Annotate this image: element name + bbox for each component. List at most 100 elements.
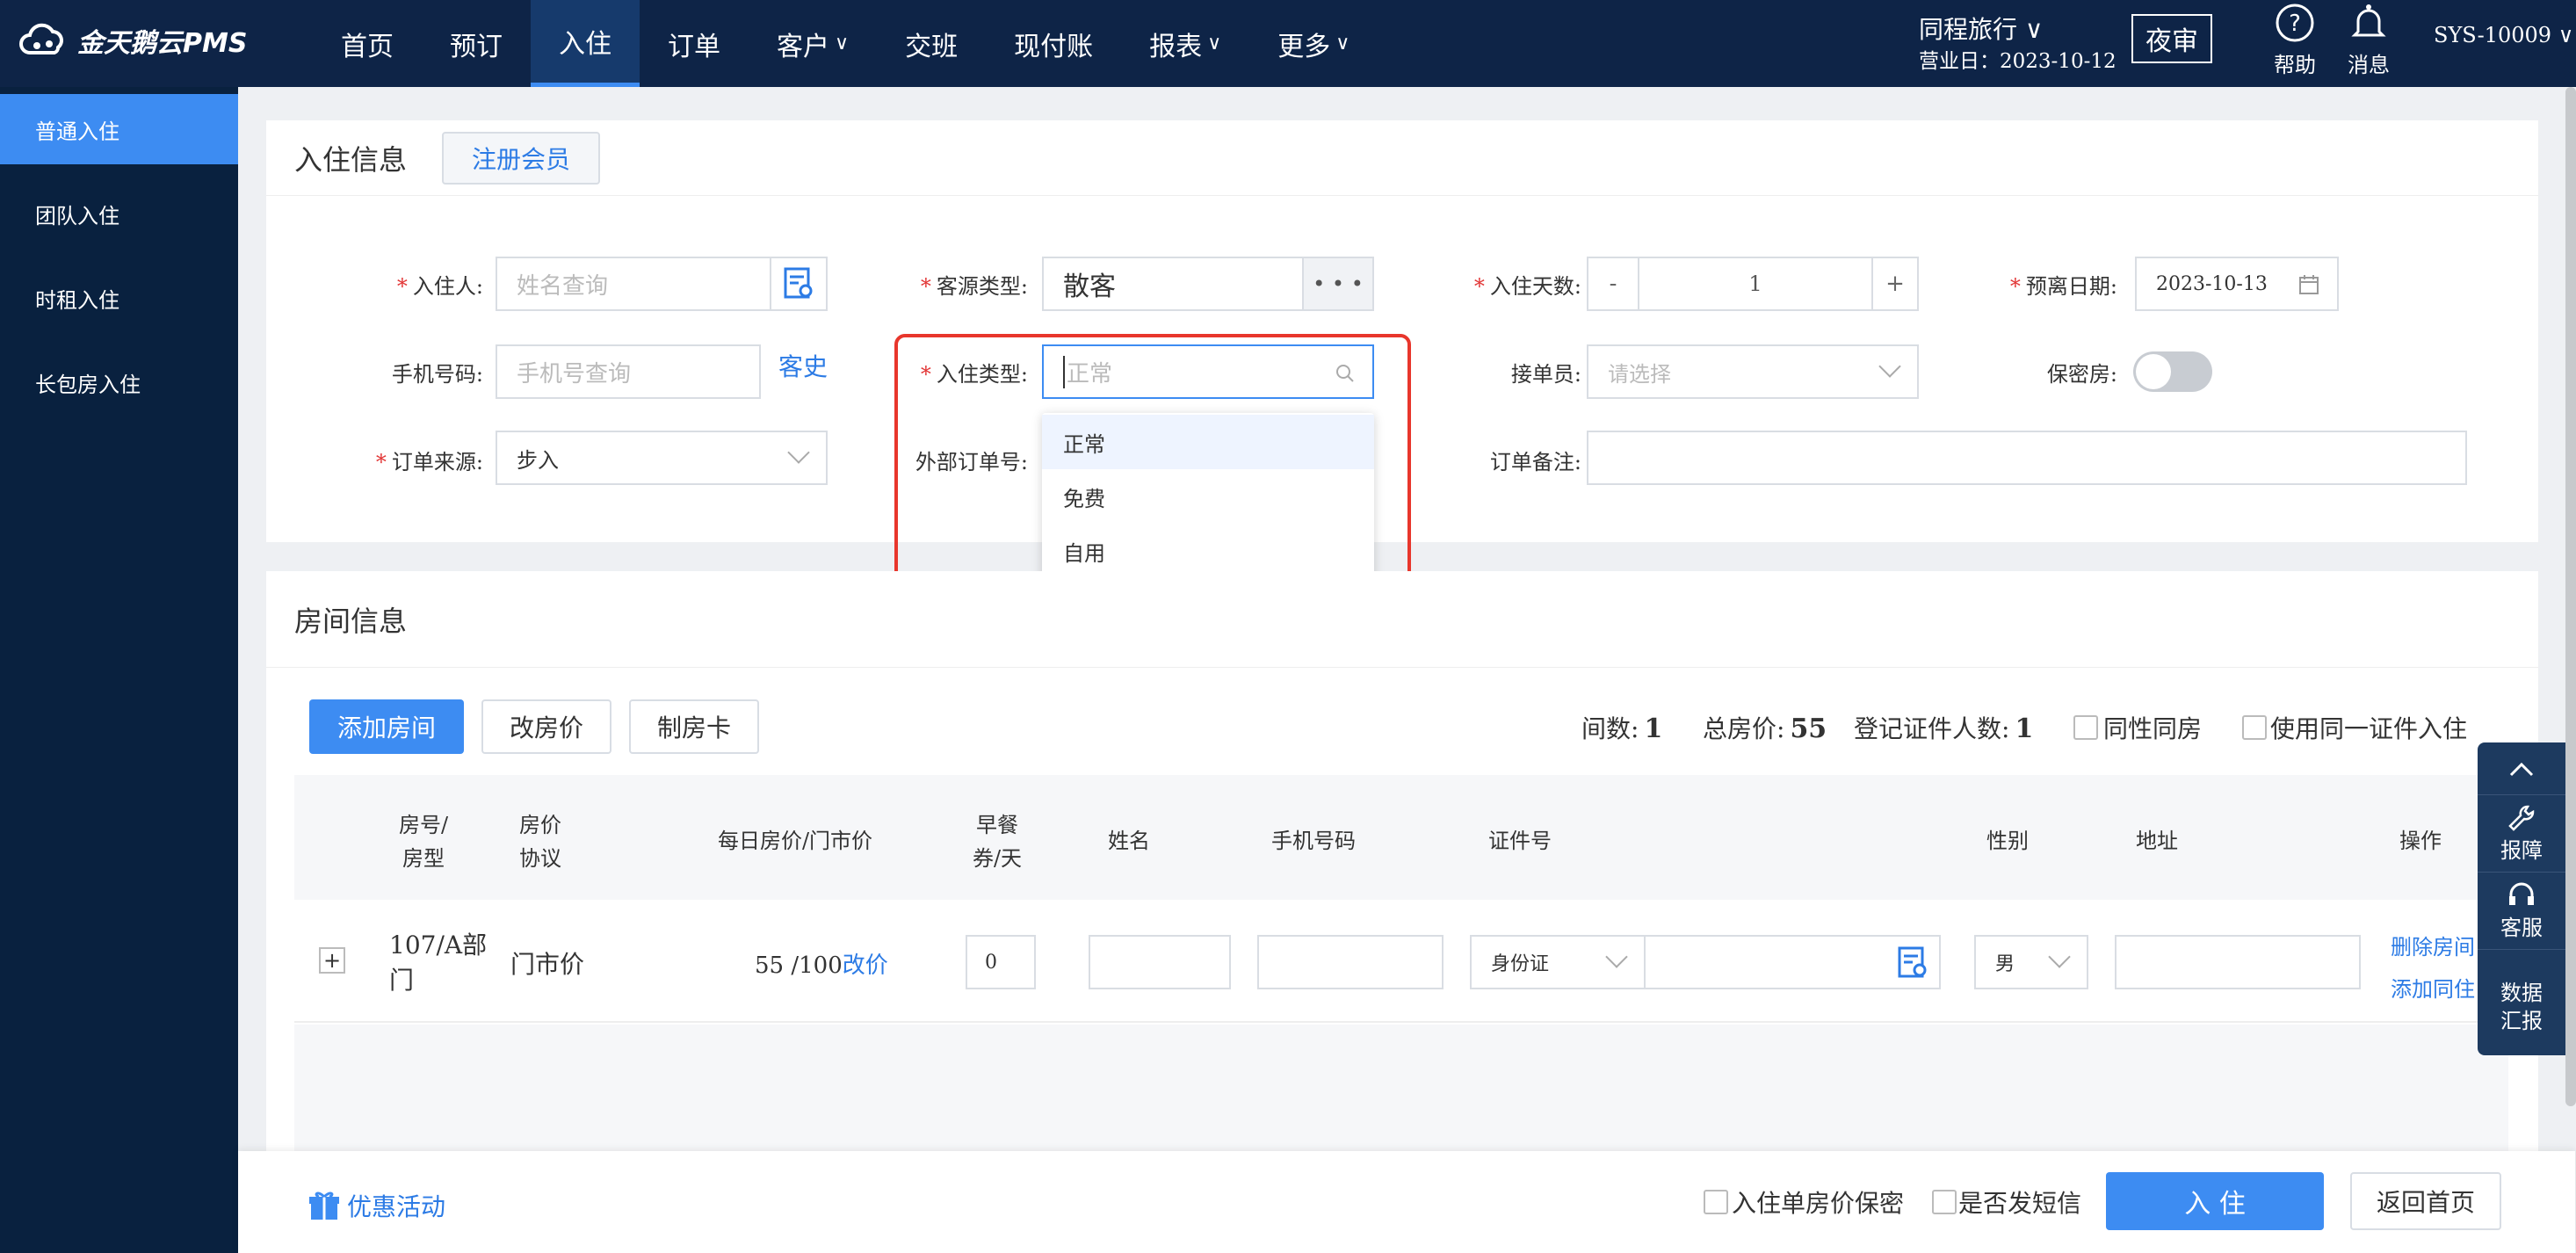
nav-shift[interactable]: 交班 (877, 0, 986, 87)
make-room-card-button[interactable]: 制房卡 (629, 699, 759, 754)
register-member-button[interactable]: 注册会员 (442, 131, 601, 185)
promotions-label: 优惠活动 (347, 1192, 446, 1221)
sidebar: 普通入住 团队入住 时租入住 长包房入住 (0, 87, 238, 1253)
sidebar-item-long-stay-checkin[interactable]: 长包房入住 (0, 347, 238, 417)
nav-checkin[interactable]: 入住 (531, 0, 640, 87)
guest-name-cell-input[interactable] (1089, 935, 1231, 989)
receiver-select[interactable]: 请选择 (1587, 344, 1919, 399)
registered-count: 登记证件人数: 1 (1854, 710, 2033, 745)
nav-reservation[interactable]: 预订 (422, 0, 531, 87)
messages-label: 消息 (2348, 53, 2390, 77)
source-type-input[interactable]: 散客 (1042, 257, 1304, 311)
agency-selector[interactable]: 同程旅行 ∨ (1919, 11, 2043, 46)
order-source-select[interactable]: 步入 (496, 431, 828, 485)
room-info-header: 房间信息 (266, 571, 2538, 668)
nav-cash-account[interactable]: 现付账 (986, 0, 1121, 87)
nav-label: 交班 (905, 31, 959, 62)
data-report-line: 汇报 (2500, 1009, 2543, 1033)
help-button[interactable]: ? 帮助 (2260, 2, 2330, 78)
nav-customers[interactable]: 客户 ∨ (749, 0, 877, 87)
col-phone: 手机号码 (1271, 829, 1356, 853)
logo-text: 金天鹅云PMS (77, 28, 248, 59)
breakfast-input[interactable]: 0 (966, 935, 1036, 989)
days-plus-button[interactable]: + (1871, 257, 1919, 311)
delete-room-link[interactable]: 删除房间 (2391, 930, 2475, 960)
nav-label: 入住 (559, 29, 611, 60)
add-room-button[interactable]: 添加房间 (309, 699, 464, 754)
nav-label: 报表 (1149, 31, 1203, 62)
price-secret-checkbox[interactable] (1704, 1190, 1728, 1214)
checkin-info-title: 入住信息 (294, 142, 408, 177)
collapse-panel-button[interactable] (2478, 742, 2565, 795)
id-card-icon[interactable] (1897, 945, 1928, 981)
id-type-select[interactable]: 身份证 (1470, 935, 1646, 989)
app-logo[interactable]: 金天鹅云PMS (18, 21, 247, 60)
sidebar-item-normal-checkin[interactable]: 普通入住 (0, 94, 238, 164)
departure-date-input[interactable]: 2023-10-13 (2135, 257, 2339, 311)
guest-name-input[interactable]: 姓名查询 (496, 257, 771, 311)
nav-reports[interactable]: 报表 ∨ (1121, 0, 1249, 87)
floating-tools-panel: 报障 客服 数据 汇报 (2478, 742, 2565, 1055)
gender-select[interactable]: 男 (1974, 935, 2088, 989)
order-remark-input[interactable] (1587, 431, 2467, 485)
id-type-value: 身份证 (1491, 953, 1550, 975)
id-card-reader-button[interactable] (771, 257, 828, 311)
nav-label: 订单 (668, 31, 720, 62)
change-price-button[interactable]: 改房价 (481, 699, 611, 754)
receiver-placeholder: 请选择 (1608, 361, 1671, 387)
required-mark: * (396, 274, 408, 299)
night-audit-button[interactable]: 夜审 (2131, 14, 2212, 63)
source-type-more-button[interactable]: • • • (1304, 257, 1374, 311)
room-table-header: 房号/房型 房价 协议 每日房价/门市价 早餐 券/天 姓名 手机号码 证件号 性别… (294, 775, 2508, 900)
same-id-checkbox[interactable] (2242, 715, 2267, 740)
page-scrollbar[interactable] (2565, 87, 2576, 1106)
nav-more[interactable]: 更多 ∨ (1249, 0, 1378, 87)
guest-history-link[interactable]: 客史 (778, 348, 828, 383)
nav-orders[interactable]: 订单 (640, 0, 749, 87)
chevron-down-icon: ∨ (835, 33, 850, 54)
label-text: 客源类型: (936, 274, 1028, 299)
id-number-input[interactable] (1644, 935, 1941, 989)
secret-room-toggle[interactable] (2133, 351, 2212, 392)
col-line: 协议 (519, 846, 561, 871)
col-line: 房号/ (398, 813, 449, 837)
days-minus-button[interactable]: - (1587, 257, 1639, 311)
checkin-button[interactable]: 入 住 (2106, 1172, 2324, 1230)
col-line: 房价 (519, 813, 561, 837)
gift-icon (309, 1191, 339, 1220)
departure-date-value: 2023-10-13 (2156, 272, 2268, 295)
send-sms-checkbox[interactable] (1932, 1190, 1957, 1214)
nav-home[interactable]: 首页 (313, 0, 422, 87)
address-input[interactable] (2115, 935, 2361, 989)
messages-button[interactable]: 消息 (2334, 2, 2404, 78)
stat-label: 登记证件人数: (1854, 714, 2010, 743)
report-issue-button[interactable]: 报障 (2478, 795, 2565, 873)
user-menu[interactable]: SYS-10009 ∨ (2434, 23, 2573, 47)
customer-service-button[interactable]: 客服 (2478, 873, 2565, 950)
receiver-label: 接单员: (1510, 362, 1581, 387)
data-report-button[interactable]: 数据 汇报 (2478, 950, 2565, 1064)
help-label: 帮助 (2274, 53, 2316, 77)
total-price: 总房价: 55 (1703, 710, 1827, 745)
required-mark: * (920, 274, 931, 299)
col-address: 地址 (2136, 829, 2178, 853)
col-line: 券/天 (972, 846, 1023, 871)
chevron-down-icon: ∨ (1207, 33, 1222, 54)
change-price-link[interactable]: 改价 (843, 952, 888, 979)
phone-input[interactable]: 手机号查询 (496, 344, 761, 399)
guest-phone-cell-input[interactable] (1257, 935, 1444, 989)
days-input[interactable]: 1 (1639, 257, 1871, 311)
same-gender-checkbox[interactable] (2073, 715, 2098, 740)
add-cohabitant-link[interactable]: 添加同住 (2391, 972, 2475, 1003)
svg-text:?: ? (2289, 11, 2301, 37)
id-card-icon (784, 267, 813, 299)
col-line: 早餐 (976, 813, 1018, 837)
back-home-button[interactable]: 返回首页 (2350, 1172, 2501, 1230)
sidebar-item-group-checkin[interactable]: 团队入住 (0, 178, 238, 249)
sidebar-item-label: 长包房入住 (35, 372, 141, 397)
required-mark: * (375, 450, 387, 474)
sidebar-item-hourly-checkin[interactable]: 时租入住 (0, 263, 238, 333)
promotions-link[interactable]: 优惠活动 (308, 1188, 445, 1223)
expand-row-button[interactable]: + (319, 947, 345, 974)
price-type: 门市价 (510, 950, 585, 979)
